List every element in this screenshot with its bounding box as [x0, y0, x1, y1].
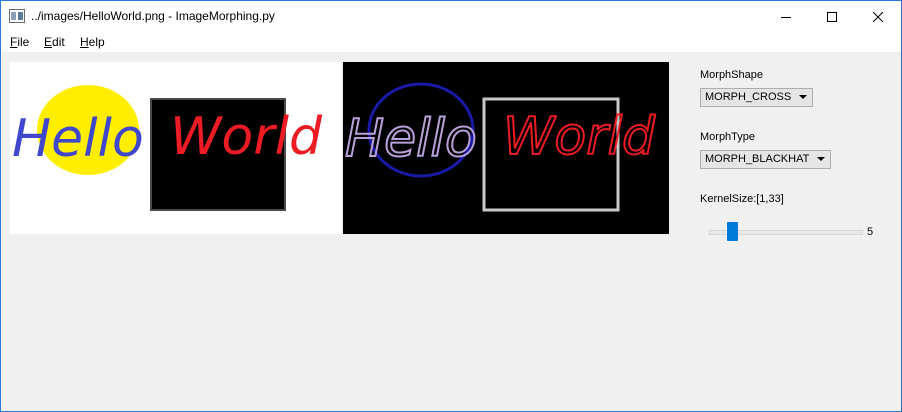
original-image: Hello World: [10, 62, 341, 234]
menu-edit[interactable]: Edit: [44, 35, 65, 49]
minimize-icon: [781, 16, 791, 18]
world-text: World: [170, 107, 323, 167]
window-title: ../images/HelloWorld.png - ImageMorphing…: [31, 9, 275, 23]
hello-text: Hello: [12, 109, 144, 169]
menu-help[interactable]: Help: [80, 35, 105, 49]
close-button[interactable]: [855, 1, 901, 32]
menu-bar: File Edit Help: [1, 32, 901, 52]
world-outline-text: World: [503, 107, 656, 167]
maximize-button[interactable]: [809, 1, 855, 32]
chevron-down-icon: [817, 157, 825, 161]
morph-shape-select[interactable]: MORPH_CROSS: [700, 88, 813, 107]
morph-type-label: MorphType: [700, 131, 756, 143]
morph-type-select[interactable]: MORPH_BLACKHAT: [700, 150, 831, 169]
app-icon: [9, 9, 25, 23]
minimize-button[interactable]: [763, 1, 809, 32]
maximize-icon: [827, 11, 837, 22]
chevron-down-icon: [799, 95, 807, 99]
kernel-size-label: KernelSize:[1,33]: [700, 193, 784, 205]
menu-file[interactable]: File: [10, 35, 29, 49]
kernel-size-value: 5: [867, 226, 874, 238]
app-window: ../images/HelloWorld.png - ImageMorphing…: [0, 0, 902, 412]
result-image: Hello World: [343, 62, 669, 234]
title-bar[interactable]: ../images/HelloWorld.png - ImageMorphing…: [1, 1, 901, 32]
kernel-size-slider-handle[interactable]: [727, 222, 738, 241]
hello-outline-text: Hello: [345, 109, 477, 169]
close-icon: [873, 11, 883, 22]
morph-shape-label: MorphShape: [700, 69, 763, 81]
